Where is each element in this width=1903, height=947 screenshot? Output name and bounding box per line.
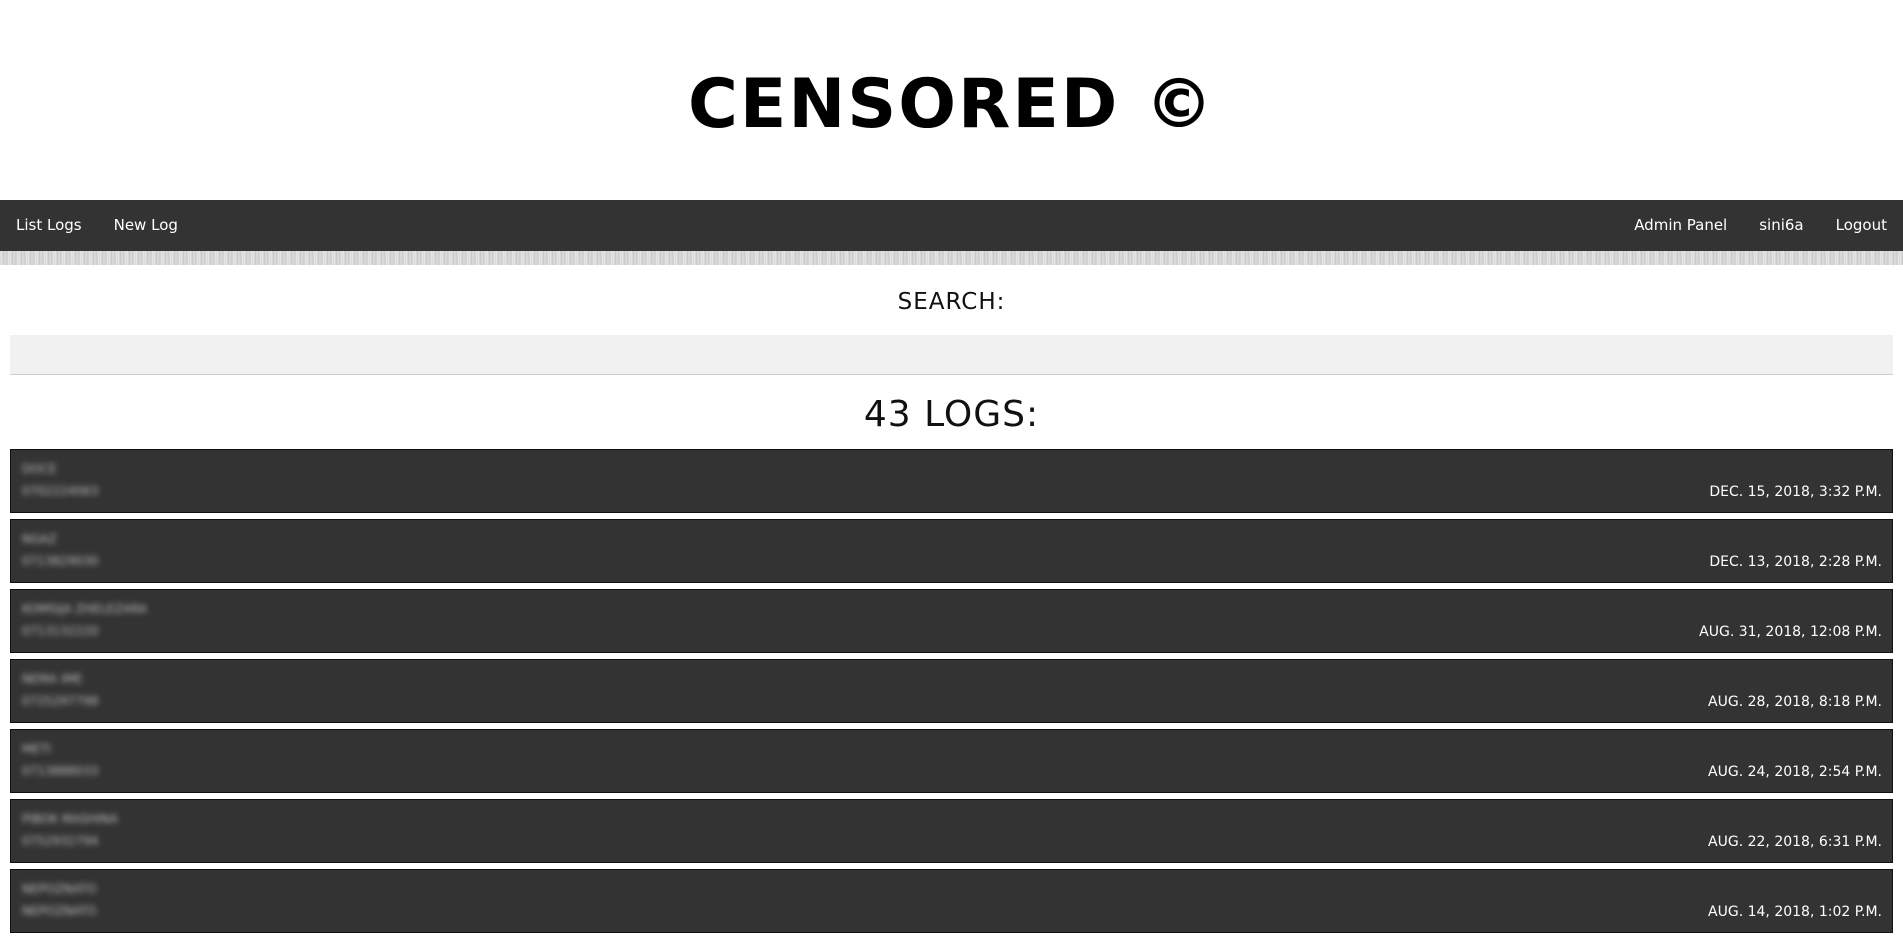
log-list-item[interactable]: METI 0713888033 AUG. 24, 2018, 2:54 P.M. bbox=[10, 729, 1893, 793]
top-navbar: List Logs New Log Admin Panel sini6a Log… bbox=[0, 200, 1903, 251]
log-list-item[interactable]: KOMSIJA ZHELEZARA 0713132220 AUG. 31, 20… bbox=[10, 589, 1893, 653]
log-list-item[interactable]: NEMA IME 0725297798 AUG. 28, 2018, 8:18 … bbox=[10, 659, 1893, 723]
log-name: METI bbox=[22, 742, 51, 756]
log-date: AUG. 31, 2018, 12:08 P.M. bbox=[1699, 624, 1882, 640]
log-date: AUG. 24, 2018, 2:54 P.M. bbox=[1708, 764, 1882, 780]
nav-logout-link[interactable]: Logout bbox=[1820, 200, 1903, 251]
log-list-item[interactable]: PIBOK MASHINA 0752932794 AUG. 22, 2018, … bbox=[10, 799, 1893, 863]
log-name: NEPOZNATO bbox=[22, 882, 97, 896]
log-date: DEC. 13, 2018, 2:28 P.M. bbox=[1709, 554, 1882, 570]
site-title: CENSORED © bbox=[688, 64, 1215, 144]
log-name: NEMA IME bbox=[22, 672, 83, 686]
log-list-item[interactable]: DOCE 0702224063 DEC. 15, 2018, 3:32 P.M. bbox=[10, 449, 1893, 513]
nav-username-link[interactable]: sini6a bbox=[1743, 200, 1819, 251]
log-list-item[interactable]: NEPOZNATO NEPOZNATO AUG. 14, 2018, 1:02 … bbox=[10, 869, 1893, 933]
nav-admin-panel-link[interactable]: Admin Panel bbox=[1618, 200, 1743, 251]
log-id: 0702224063 bbox=[22, 484, 99, 498]
logs-count-heading: 43 LOGS: bbox=[863, 394, 1040, 435]
log-id: 0713132220 bbox=[22, 624, 99, 638]
log-id: 0752932794 bbox=[22, 834, 99, 848]
search-section: SEARCH: 43 LOGS: bbox=[0, 289, 1903, 437]
log-date: AUG. 28, 2018, 8:18 P.M. bbox=[1708, 694, 1882, 710]
nav-right-group: Admin Panel sini6a Logout bbox=[1618, 200, 1903, 251]
log-id: NEPOZNATO bbox=[22, 904, 97, 918]
nav-list-logs-link[interactable]: List Logs bbox=[0, 200, 98, 251]
log-name: NGAZ bbox=[22, 532, 57, 546]
log-date: AUG. 14, 2018, 1:02 P.M. bbox=[1708, 904, 1882, 920]
log-name: DOCE bbox=[22, 462, 57, 476]
log-name: KOMSIJA ZHELEZARA bbox=[22, 602, 148, 616]
nav-new-log-link[interactable]: New Log bbox=[98, 200, 194, 251]
log-name: PIBOK MASHINA bbox=[22, 812, 118, 826]
log-list: DOCE 0702224063 DEC. 15, 2018, 3:32 P.M.… bbox=[0, 449, 1903, 933]
log-id: 0725297798 bbox=[22, 694, 99, 708]
log-id: 0713888033 bbox=[22, 764, 99, 778]
log-date: AUG. 22, 2018, 6:31 P.M. bbox=[1708, 834, 1882, 850]
search-input[interactable] bbox=[10, 335, 1893, 375]
log-date: DEC. 15, 2018, 3:32 P.M. bbox=[1709, 484, 1882, 500]
log-list-item[interactable]: NGAZ 0713829030 DEC. 13, 2018, 2:28 P.M. bbox=[10, 519, 1893, 583]
log-id: 0713829030 bbox=[22, 554, 99, 568]
search-label: SEARCH: bbox=[897, 289, 1006, 315]
nav-left-group: List Logs New Log bbox=[0, 200, 194, 251]
site-header: CENSORED © bbox=[0, 0, 1903, 200]
decorative-divider bbox=[0, 251, 1903, 265]
